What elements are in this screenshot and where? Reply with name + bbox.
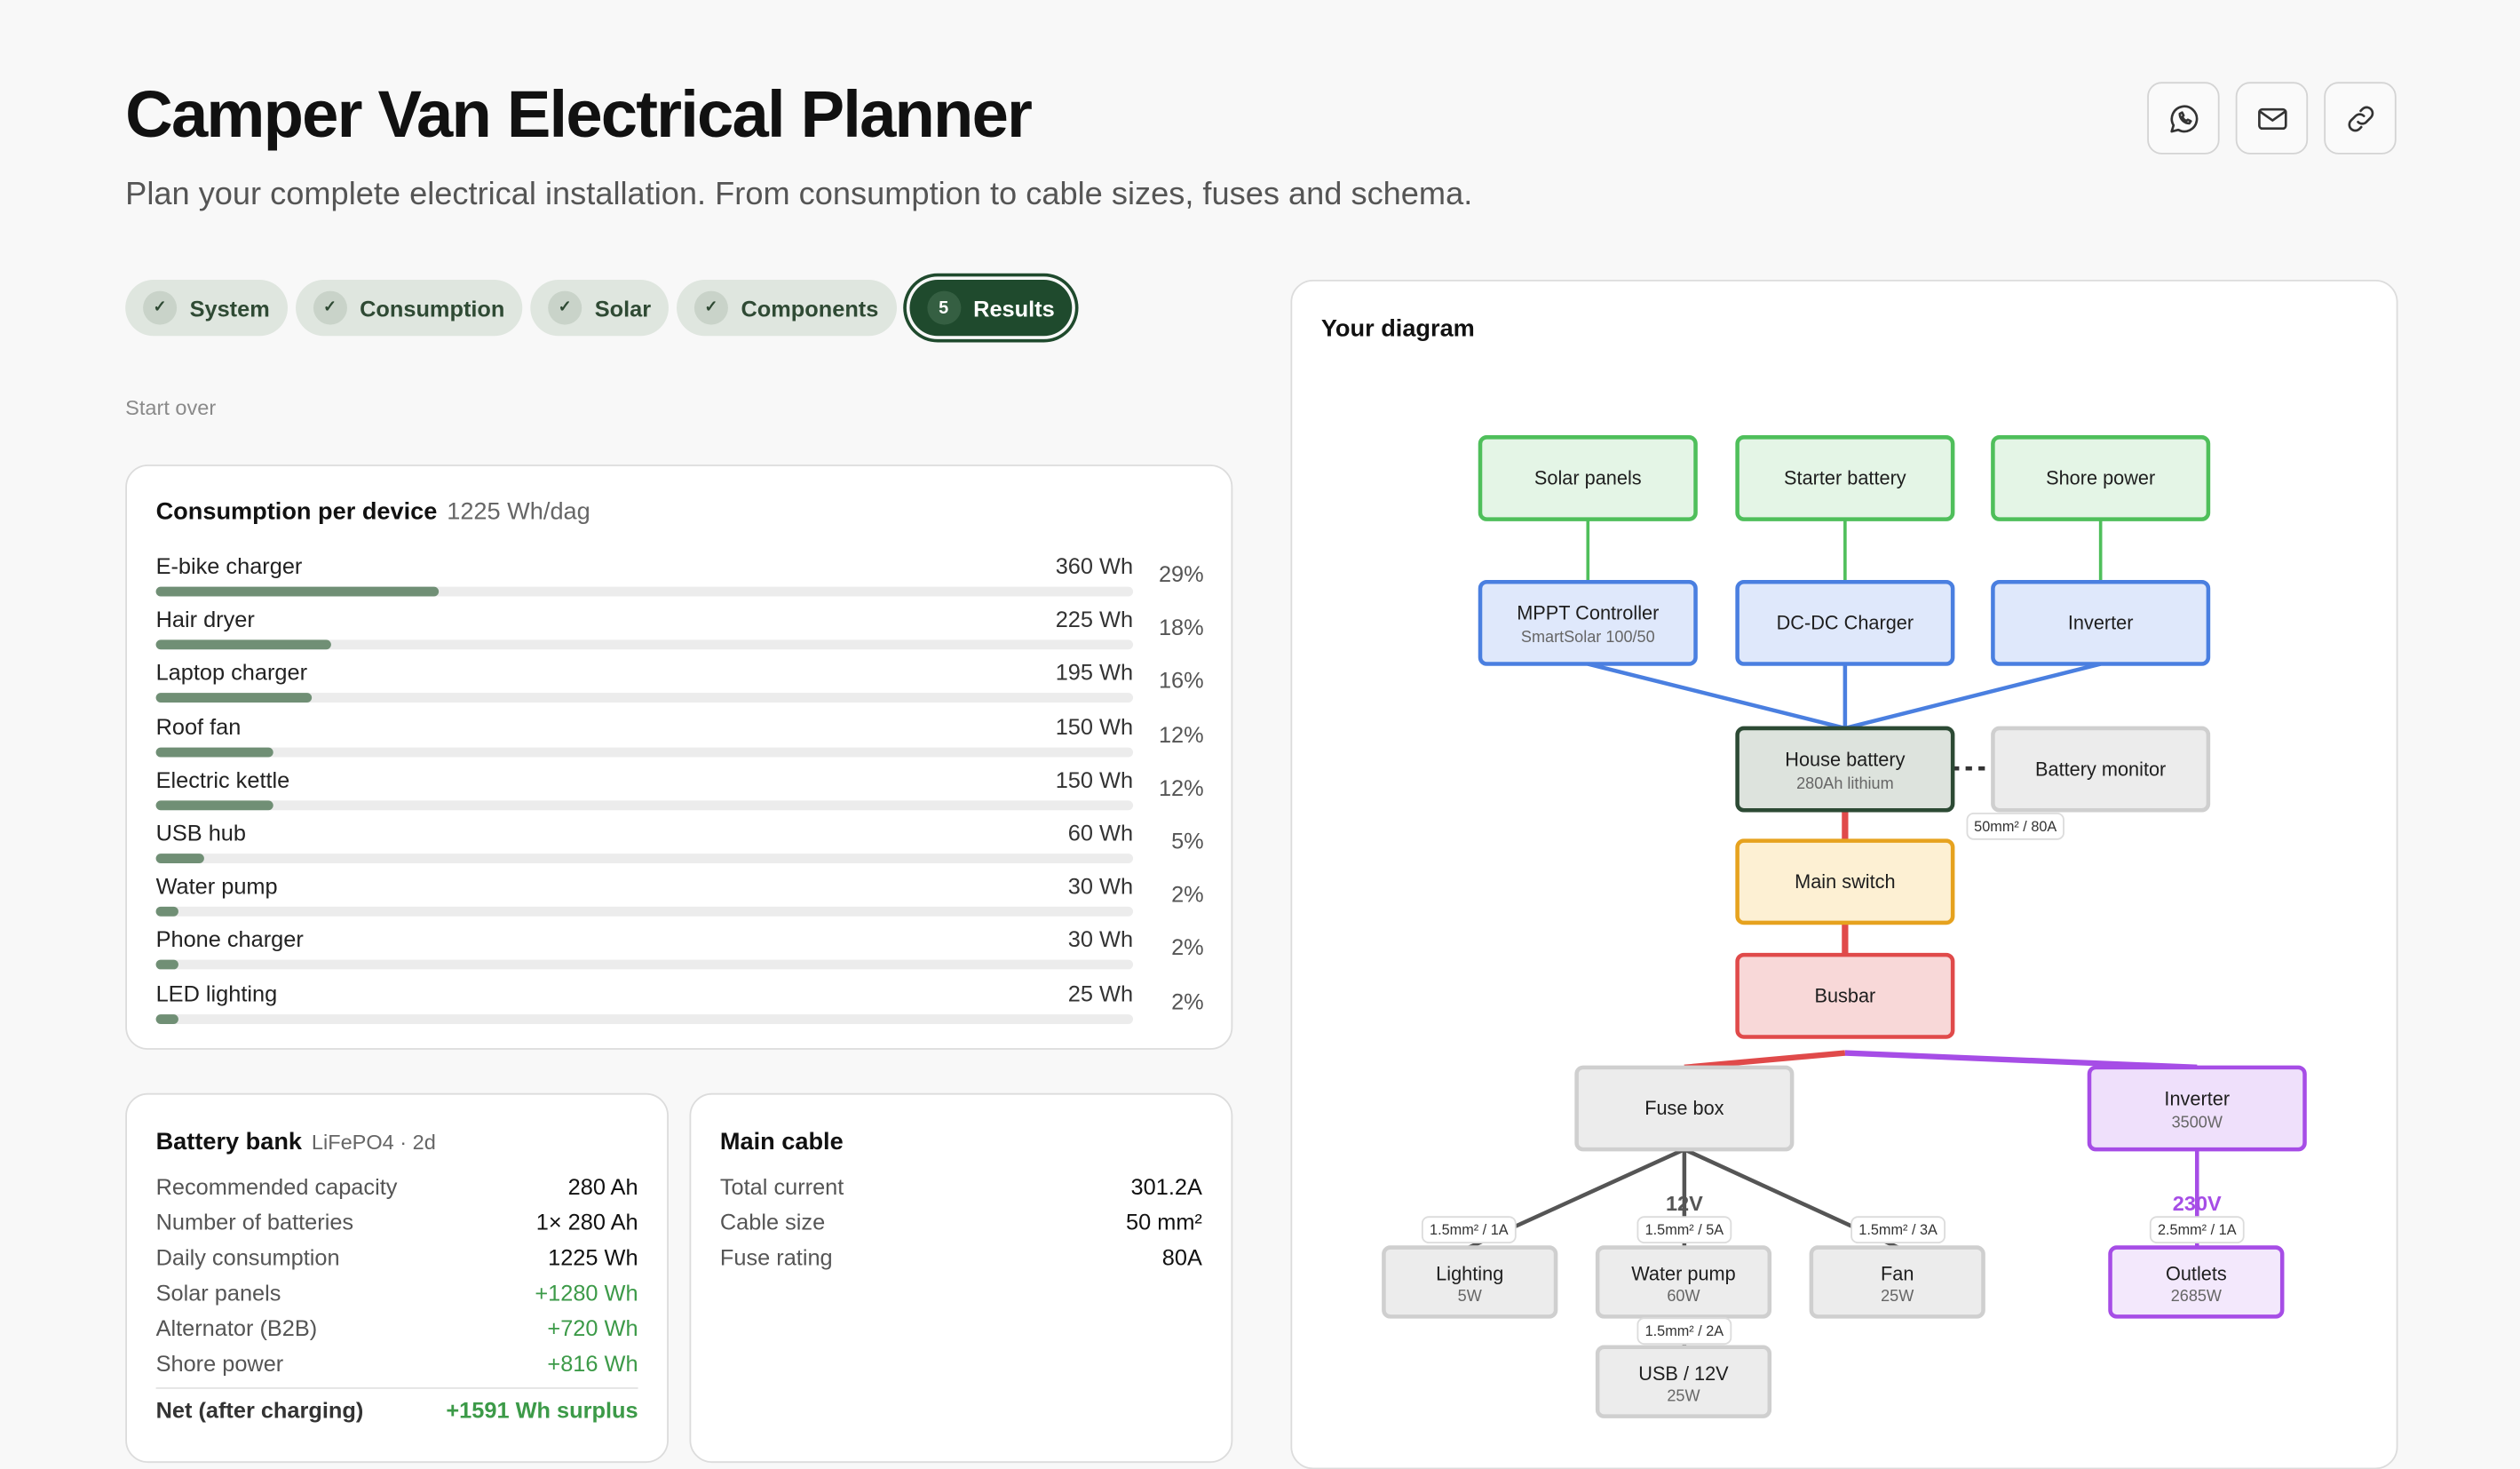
ac-voltage-label: 230V [2173, 1192, 2222, 1215]
inverter-label: Inverter [2164, 1087, 2230, 1109]
wiring-diagram: Solar panels Starter battery Shore power MP… [1382, 435, 2307, 1418]
battery-monitor-label: Battery monitor [2035, 758, 2166, 780]
usb-12v-sublabel: 25W [1667, 1386, 1700, 1404]
outlets-sublabel: 2685W [2171, 1287, 2222, 1305]
busbar-label: Busbar [1814, 985, 1875, 1007]
mppt-controller-label: MPPT Controller [1517, 602, 1659, 624]
house-battery-label: House battery [1785, 748, 1905, 770]
water-pump-sublabel: 60W [1667, 1287, 1700, 1305]
shore-power-label: Shore power [2046, 467, 2155, 489]
charger-battery-link [1844, 662, 2102, 731]
inverter-charger-label: Inverter [2068, 612, 2134, 634]
dc-voltage-label: 12V [1666, 1192, 1703, 1215]
usb-cable-tag-text: 1.5mm² / 2A [1645, 1323, 1724, 1339]
mppt-battery-link [1587, 662, 1846, 731]
main-switch-label: Main switch [1795, 870, 1895, 893]
outlets-label: Outlets [2166, 1263, 2227, 1285]
outlets-cable-tag-text: 2.5mm² / 1A [2158, 1222, 2237, 1238]
dc-dc-charger-label: DC-DC Charger [1777, 612, 1914, 634]
house-battery-sublabel: 280Ah lithium [1796, 774, 1894, 792]
lighting-label: Lighting [1436, 1263, 1503, 1285]
inverter-sublabel: 3500W [2172, 1114, 2223, 1132]
solar-panels-label: Solar panels [1534, 467, 1642, 489]
busbar-fusebox-link [1684, 1050, 1846, 1070]
mppt-controller-sublabel: SmartSolar 100/50 [1521, 628, 1655, 646]
fan-label: Fan [1881, 1263, 1914, 1285]
main-cable-tag-text: 50mm² / 80A [1974, 819, 2056, 835]
pump-cable-tag-text: 1.5mm² / 5A [1645, 1222, 1724, 1238]
usb-12v-label: USB / 12V [1638, 1362, 1729, 1385]
fan-cable-tag-text: 1.5mm² / 3A [1858, 1222, 1938, 1238]
lighting-sublabel: 5W [1458, 1287, 1482, 1305]
fuse-box-label: Fuse box [1644, 1097, 1724, 1119]
busbar-inverter-link [1844, 1050, 2198, 1071]
fan-sublabel: 25W [1881, 1287, 1914, 1305]
water-pump-label: Water pump [1631, 1263, 1735, 1285]
lighting-cable-tag-text: 1.5mm² / 1A [1430, 1222, 1509, 1238]
starter-battery-label: Starter battery [1784, 467, 1906, 489]
